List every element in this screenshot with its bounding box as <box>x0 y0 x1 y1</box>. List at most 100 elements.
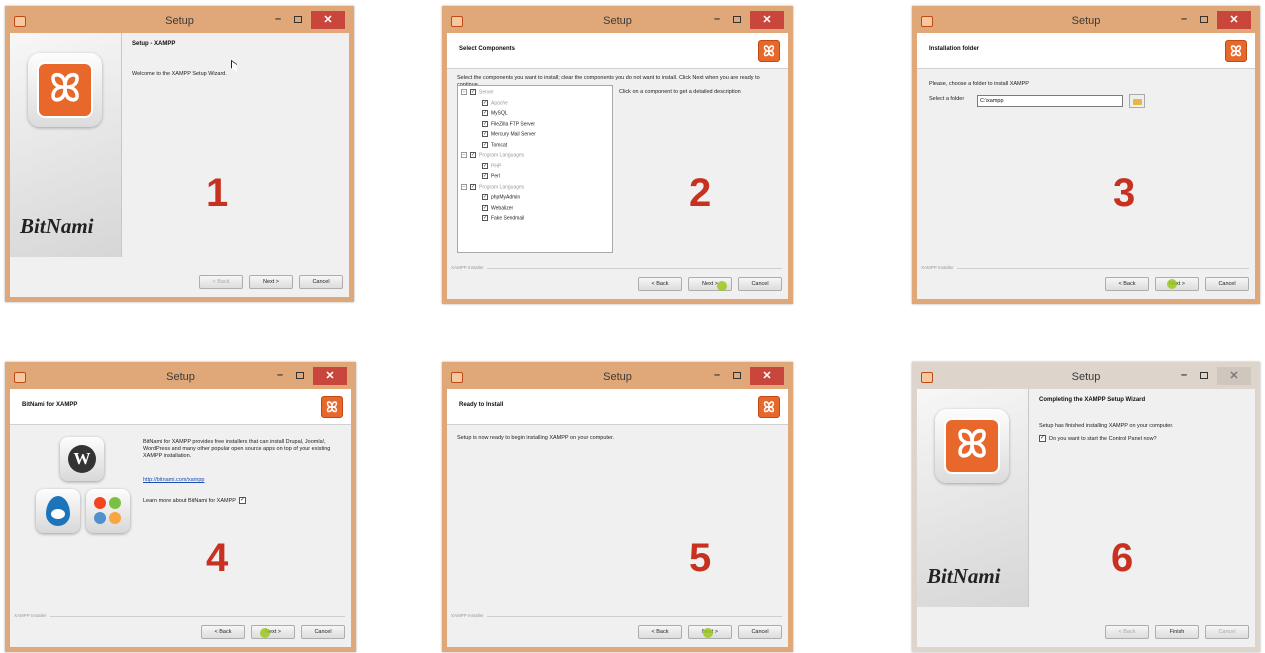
maximize-button[interactable] <box>1195 367 1213 385</box>
wizard-header: Ready to Install ꕤ <box>447 389 788 425</box>
cancel-button[interactable]: Cancel <box>301 625 345 639</box>
back-button[interactable]: < Back <box>638 625 682 639</box>
title-bar[interactable]: Setup – ✕ <box>917 11 1255 33</box>
close-button[interactable]: ✕ <box>750 11 784 29</box>
title-bar[interactable]: Setup – ✕ <box>10 11 349 33</box>
minimize-button[interactable]: – <box>269 11 287 29</box>
close-button[interactable]: ✕ <box>1217 11 1251 29</box>
component-label: Program Languages <box>479 152 525 159</box>
back-button[interactable]: < Back <box>638 277 682 291</box>
maximize-icon <box>1200 372 1208 379</box>
drupal-icon <box>46 496 70 526</box>
maximize-button[interactable] <box>291 367 309 385</box>
component-tree-item[interactable]: ✓ Tomcat <box>482 141 508 148</box>
component-tree-item[interactable]: ✓ Mercury Mail Server <box>482 131 536 137</box>
component-tree-item[interactable]: ✓ PHP <box>482 162 502 169</box>
close-button[interactable]: ✕ <box>313 367 347 385</box>
step-number: 4 <box>206 536 229 580</box>
component-tree-item[interactable]: ✓ Perl <box>482 173 500 179</box>
step-number: 1 <box>206 171 229 215</box>
minimize-button[interactable]: – <box>1175 367 1193 385</box>
next-button[interactable]: Next > <box>249 275 293 289</box>
joomla-tile <box>86 489 130 533</box>
component-label: Tomcat <box>491 141 508 148</box>
component-label: Server <box>479 89 494 96</box>
close-button[interactable]: ✕ <box>750 367 784 385</box>
maximize-icon <box>1200 16 1208 23</box>
xampp-logo-icon: ꕤ <box>758 40 780 62</box>
component-checkbox[interactable]: ✓ <box>482 141 488 148</box>
component-checkbox[interactable]: ✓ <box>482 215 488 221</box>
wizard-body: Select Components ꕤ Select the component… <box>447 33 788 299</box>
back-button[interactable]: < Back <box>201 625 245 639</box>
minimize-button[interactable]: – <box>271 367 289 385</box>
component-checkbox[interactable]: ✓ <box>482 110 488 116</box>
close-button[interactable]: ✕ <box>311 11 345 29</box>
title-bar[interactable]: Setup – ✕ <box>917 367 1255 389</box>
footer-label: XAMPP Installer <box>451 613 487 618</box>
expand-collapse-icon[interactable]: − <box>461 183 467 190</box>
learn-more-checkbox[interactable]: ✓ <box>238 497 246 504</box>
component-checkbox[interactable]: ✓ <box>470 152 476 158</box>
component-checkbox[interactable]: ✓ <box>482 204 488 211</box>
bitnami-link[interactable]: http://bitnami.com/xampp <box>143 477 204 483</box>
xampp-logo-tile: ꕤ <box>28 53 102 127</box>
bitnami-brand: BitNami <box>927 564 1001 588</box>
maximize-button[interactable] <box>289 11 307 29</box>
maximize-button[interactable] <box>728 11 746 29</box>
folder-path-input[interactable]: C:\xampp <box>977 95 1123 107</box>
page-title: Select Components <box>459 46 516 52</box>
learn-more-row[interactable]: Learn more about BitNami for XAMPP ✓ <box>143 497 246 505</box>
component-tree-item[interactable]: ✓ phpMyAdmin <box>482 194 520 200</box>
title-bar[interactable]: Setup – ✕ <box>10 367 351 389</box>
component-tree-item[interactable]: ✓ FileZilla FTP Server <box>482 120 535 127</box>
maximize-button[interactable] <box>728 367 746 385</box>
component-tree-item[interactable]: − ✓ Program Languages <box>461 183 524 190</box>
title-bar[interactable]: Setup – ✕ <box>447 11 788 33</box>
expand-collapse-icon[interactable]: − <box>461 89 467 95</box>
component-checkbox[interactable]: ✓ <box>482 173 488 179</box>
component-label: PHP <box>491 162 502 169</box>
finish-text: Setup has finished installing XAMPP on y… <box>1039 423 1174 429</box>
title-bar[interactable]: Setup – ✕ <box>447 367 788 389</box>
back-button[interactable]: < Back <box>1105 277 1149 291</box>
expand-collapse-icon[interactable]: − <box>461 152 467 158</box>
start-control-panel-row[interactable]: ✓ Do you want to start the Control Panel … <box>1039 435 1157 443</box>
setup-window-step-4: Setup – ✕ BitNami for XAMPP ꕤ W BitNami … <box>5 362 356 652</box>
page-title: BitNami for XAMPP <box>22 402 78 408</box>
minimize-button[interactable]: – <box>1175 11 1193 29</box>
component-checkbox[interactable]: ✓ <box>482 131 488 137</box>
next-button[interactable]: Next > <box>1155 277 1199 291</box>
back-button[interactable]: < Back <box>199 275 243 289</box>
minimize-button[interactable]: – <box>708 11 726 29</box>
component-checkbox[interactable]: ✓ <box>482 162 488 169</box>
component-tree-item[interactable]: ✓ MySQL <box>482 110 508 116</box>
component-checkbox[interactable]: ✓ <box>482 194 488 200</box>
component-tree-item[interactable]: ✓ Fake Sendmail <box>482 215 524 221</box>
component-checkbox[interactable]: ✓ <box>470 183 476 190</box>
next-button[interactable]: Next > <box>251 625 295 639</box>
cancel-button[interactable]: Cancel <box>1205 277 1249 291</box>
back-button[interactable]: < Back <box>1105 625 1149 639</box>
learn-more-label: Learn more about BitNami for XAMPP <box>143 497 236 504</box>
component-tree[interactable]: − ✓ Server ✓ Apache ✓ MySQL ✓ FileZilla FTP Serv… <box>457 85 613 253</box>
cancel-button[interactable]: Cancel <box>738 277 782 291</box>
finish-button[interactable]: Finish <box>1155 625 1199 639</box>
mouse-pointer-icon <box>231 59 237 73</box>
component-tree-item[interactable]: ✓ Webalizer <box>482 204 513 211</box>
bitnami-brand: BitNami <box>20 214 94 238</box>
component-checkbox[interactable]: ✓ <box>470 89 476 95</box>
component-tree-item[interactable]: ✓ Apache <box>482 99 508 106</box>
close-button[interactable]: ✕ <box>1217 367 1251 385</box>
cancel-button[interactable]: Cancel <box>1205 625 1249 639</box>
minimize-button[interactable]: – <box>708 367 726 385</box>
component-tree-item[interactable]: − ✓ Server <box>461 89 494 95</box>
cancel-button[interactable]: Cancel <box>299 275 343 289</box>
component-checkbox[interactable]: ✓ <box>482 99 488 106</box>
component-tree-item[interactable]: − ✓ Program Languages <box>461 152 524 158</box>
cancel-button[interactable]: Cancel <box>738 625 782 639</box>
component-checkbox[interactable]: ✓ <box>482 120 488 127</box>
browse-folder-button[interactable] <box>1129 94 1145 108</box>
start-control-panel-checkbox[interactable]: ✓ <box>1039 435 1046 442</box>
maximize-button[interactable] <box>1195 11 1213 29</box>
